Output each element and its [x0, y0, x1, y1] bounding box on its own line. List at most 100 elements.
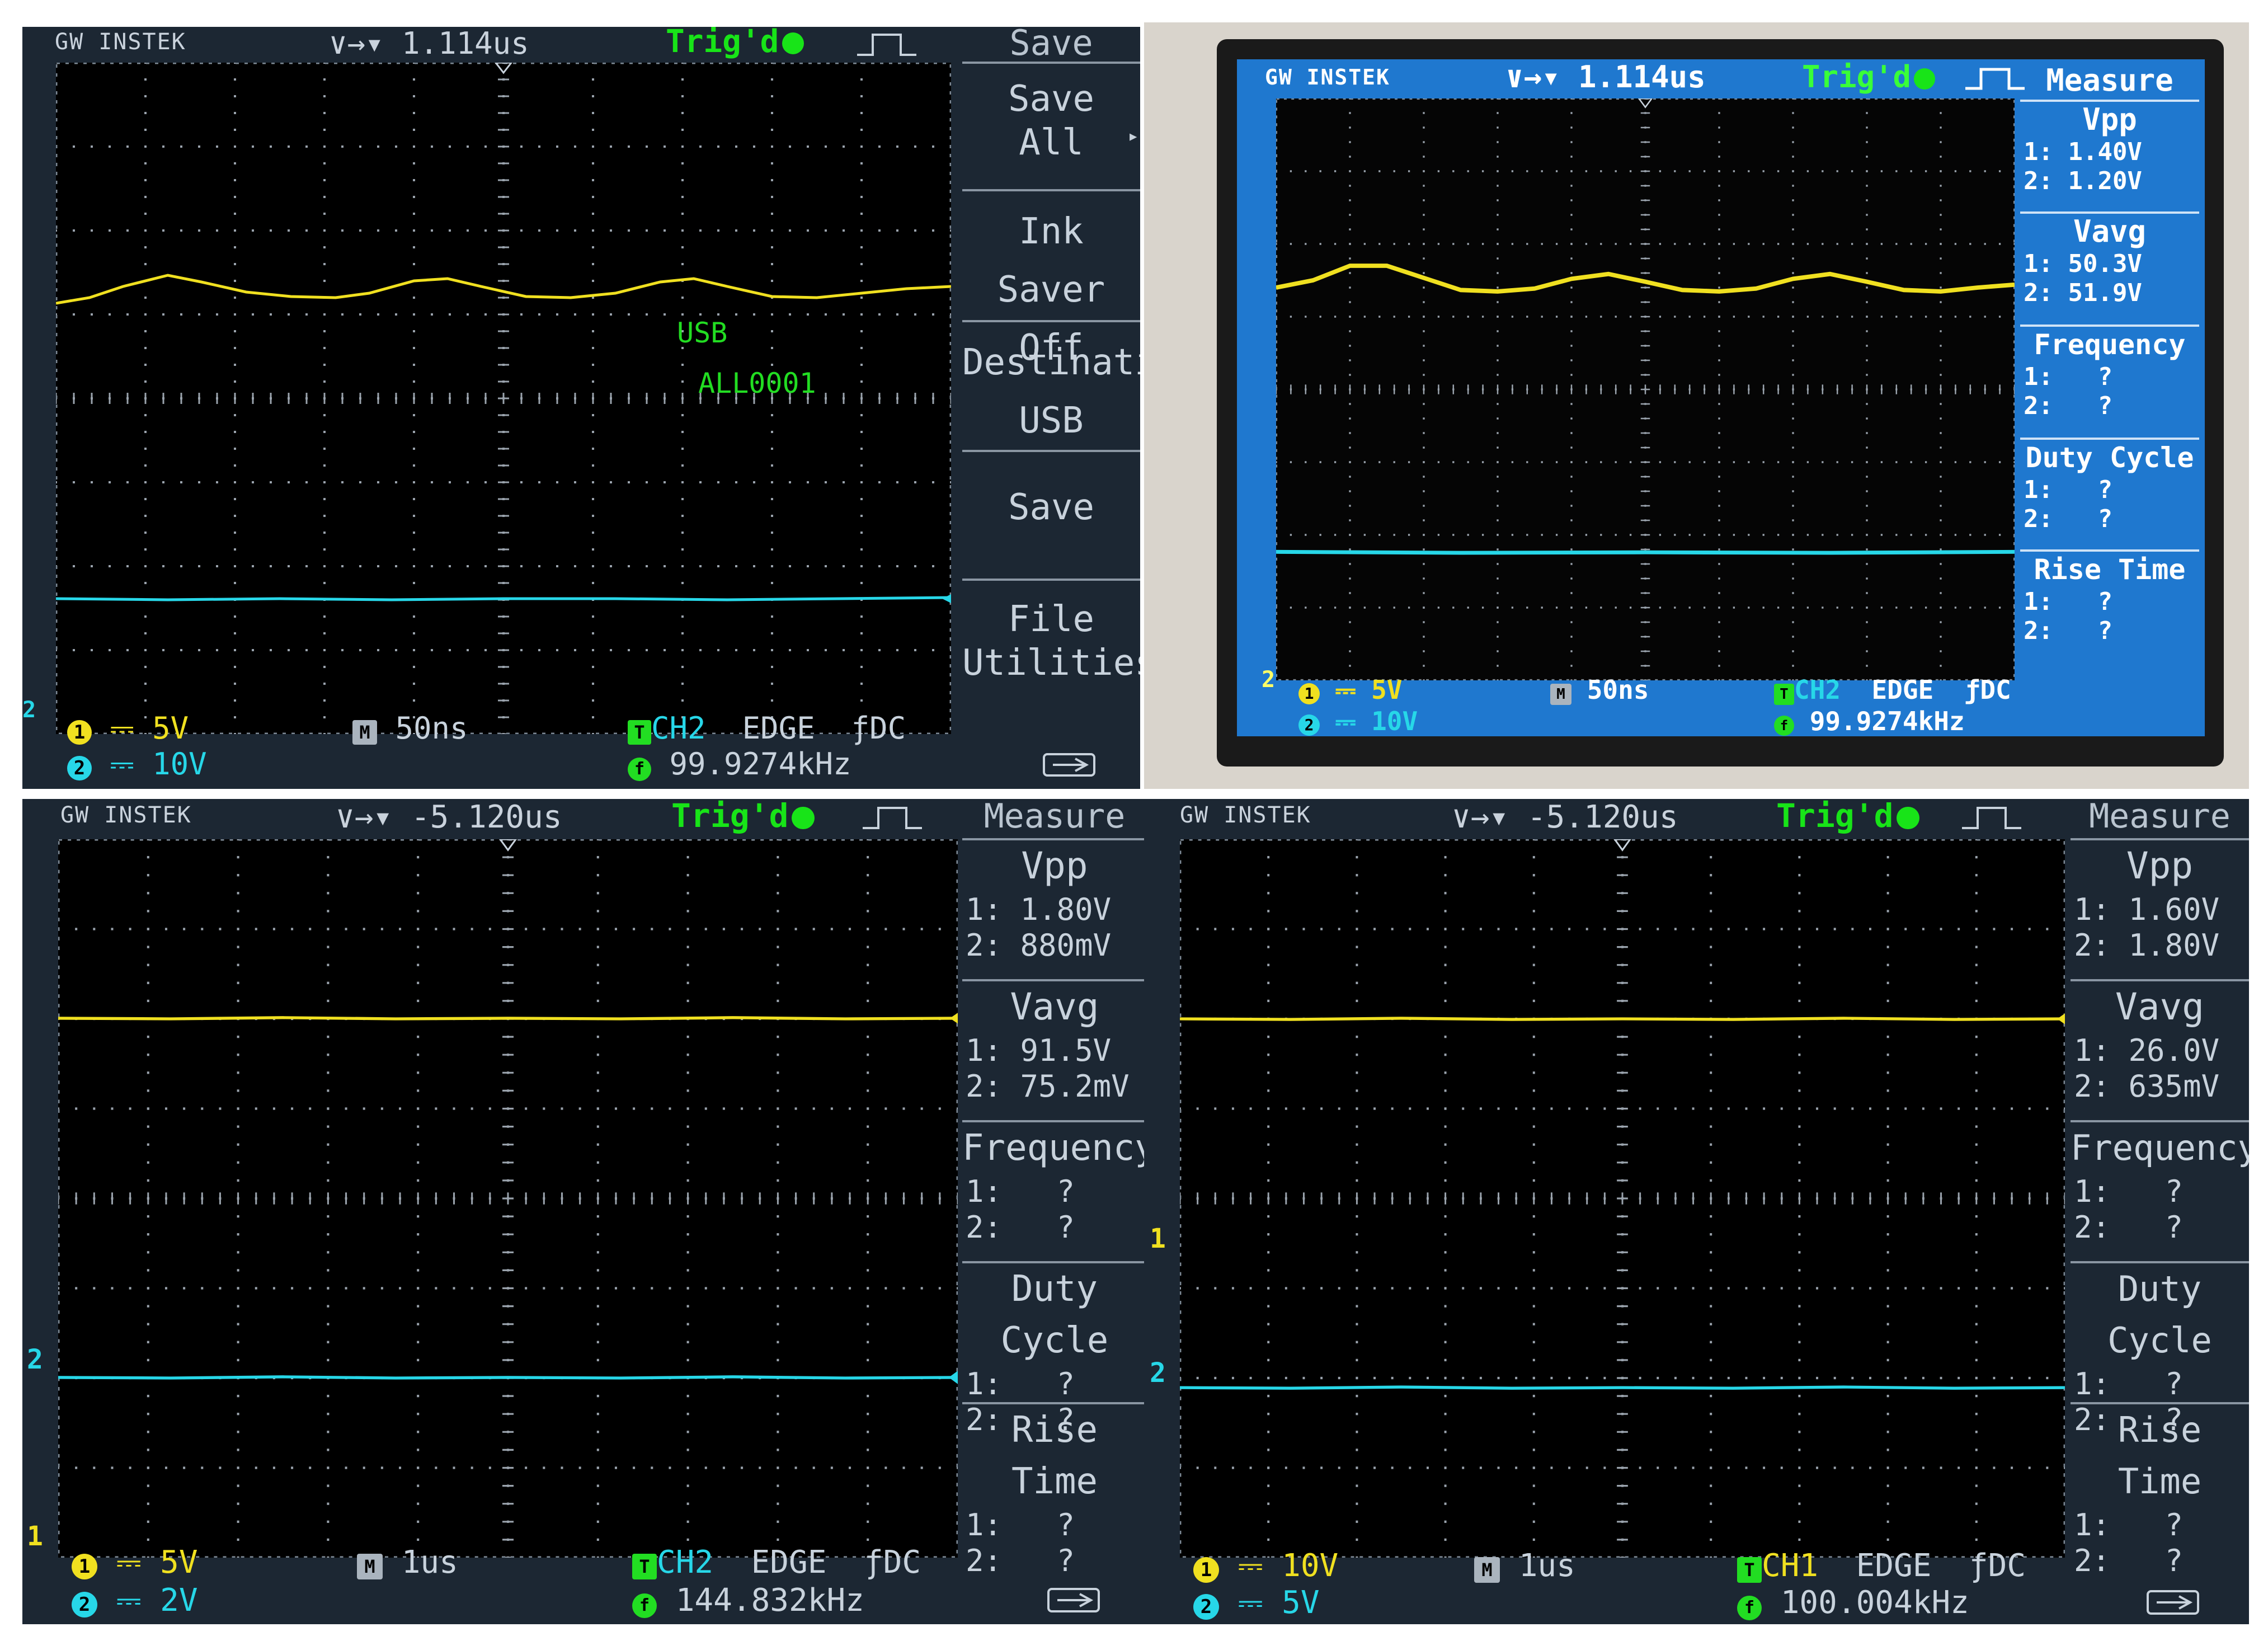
- frequency-counter: f 100.004kHz: [1737, 1584, 1969, 1621]
- measurement-rise-time[interactable]: Rise Time 1: ? 2: ?: [2020, 549, 2199, 658]
- trigger-dot-icon: [782, 32, 804, 55]
- ch2-icon: 2: [67, 756, 92, 780]
- waveform-display[interactable]: [1276, 98, 2015, 680]
- measurement-vavg[interactable]: Vavg 1: 91.5V 2: 75.2mV: [962, 979, 1147, 1116]
- measurement-vpp[interactable]: Vpp 1: 1.80V 2: 880mV: [962, 838, 1147, 975]
- measurement-name: Vavg: [2073, 214, 2147, 249]
- frequency-icon: f: [628, 758, 651, 781]
- measurement-ch1-value: 1: 1.80V: [966, 892, 1112, 927]
- timebase: M 1us: [357, 1544, 458, 1581]
- measurement-duty-cycle[interactable]: Duty Cycle 1: ? 2: ?: [2020, 438, 2199, 546]
- ch2-trace: [1276, 549, 2015, 555]
- measurement-ch1-value: 1: ?: [2074, 1366, 2184, 1402]
- waveform-display[interactable]: [1180, 839, 2065, 1558]
- measurement-ch2-value: 2: 1.80V: [2074, 928, 2220, 963]
- overlay-usb: USB: [677, 317, 727, 349]
- destination-button[interactable]: Destination USB: [962, 320, 1140, 445]
- measure-menu: Measure Vpp 1: 1.60V 2: 1.80V Vavg 1: 26…: [2071, 799, 2249, 1578]
- submenu-arrow-icon: ▸: [1127, 125, 1139, 147]
- ink-saver-button[interactable]: Ink Saver Off: [962, 189, 1140, 369]
- measurement-name: Duty Cycle: [2025, 441, 2194, 474]
- waveform-display[interactable]: USB ALL0001: [56, 63, 951, 734]
- measurement-ch2-value: 2: 880mV: [966, 928, 1112, 963]
- frequency-icon: f: [1774, 716, 1794, 736]
- ch2-ground-marker: 2: [1262, 667, 1276, 693]
- destination-value: USB: [1019, 400, 1084, 441]
- ch1-icon: 1: [72, 1554, 97, 1579]
- ch2-scale: 2 ⎓ 10V: [1298, 706, 1418, 736]
- brand-logo: GW INSTEK: [55, 29, 186, 55]
- measurement-name: Vavg: [2115, 985, 2204, 1028]
- measurement-vavg[interactable]: Vavg 1: 26.0V 2: 635mV: [2071, 979, 2249, 1116]
- measurement-name: Vpp: [2126, 844, 2194, 887]
- measure-menu: Measure Vpp 1: 1.40V 2: 1.20V Vavg 1: 50…: [2020, 59, 2199, 736]
- usb-icon: [1043, 753, 1095, 777]
- save-button[interactable]: Save: [962, 450, 1140, 598]
- measurement-vpp[interactable]: Vpp 1: 1.40V 2: 1.20V: [2020, 100, 2199, 208]
- measurement-rise-time[interactable]: Rise Time 1: ? 2: ?: [2071, 1402, 2249, 1578]
- frequency-counter: f 99.9274kHz: [1774, 706, 1965, 736]
- trigger-icon: T: [632, 1554, 657, 1579]
- measurement-ch2-value: 2: ?: [966, 1543, 1075, 1578]
- measurement-ch2-value: 2: 635mV: [2074, 1069, 2220, 1104]
- ch1-icon: 1: [1298, 683, 1320, 704]
- ch1-trace: [1180, 1017, 2065, 1021]
- ch2-icon: 2: [1298, 714, 1320, 736]
- ch1-scale: 1 ⎓ 5V: [72, 1544, 198, 1581]
- ch2-ground-marker: 2: [27, 1344, 43, 1375]
- measurement-rise-time[interactable]: Rise Time 1: ? 2: ?: [962, 1402, 1147, 1578]
- measurement-ch1-value: 1: 91.5V: [966, 1033, 1112, 1068]
- measurement-ch2-value: 2: ?: [2074, 1543, 2184, 1578]
- timebase: M 50ns: [352, 711, 468, 746]
- scope-bezel: GW INSTEK ∨→▾ 1.114us Trig'd 2 Measure V…: [1217, 39, 2224, 767]
- trigger-edge-icon: [863, 807, 922, 829]
- measurement-ch1-value: 1: 1.40V: [2024, 138, 2142, 166]
- ch1-icon: 1: [67, 720, 92, 745]
- trigger-status: Trig'd: [671, 799, 815, 835]
- waveforms: [1276, 264, 2015, 555]
- ch1-icon: 1: [1193, 1557, 1219, 1583]
- measurement-ch1-value: 1: ?: [966, 1507, 1075, 1543]
- trigger-settings: T CH2 EDGE ƒDC: [632, 1544, 921, 1581]
- file-utilities-button[interactable]: File Utilities: [962, 579, 1140, 721]
- ch1-trace: [1276, 264, 2015, 294]
- horizontal-position: ∨→▾ -5.120us: [1452, 799, 1678, 835]
- menu-title: Measure: [2046, 63, 2173, 98]
- trigger-settings: T CH1 EDGE ƒDC: [1737, 1548, 2026, 1584]
- menu-title: Measure: [984, 799, 1126, 836]
- ch2-trigger-marker: [948, 1371, 958, 1384]
- ch2-icon: 2: [1193, 1594, 1219, 1620]
- measurement-frequency[interactable]: Frequency 1: ? 2: ?: [962, 1120, 1147, 1257]
- measurement-vpp[interactable]: Vpp 1: 1.60V 2: 1.80V: [2071, 838, 2249, 975]
- measurement-duty-cycle[interactable]: Duty Cycle 1: ? 2: ?: [2071, 1261, 2249, 1437]
- file-utilities-label-1: File: [1008, 599, 1095, 640]
- measurement-name: Rise Time: [2034, 553, 2186, 586]
- measurement-duty-cycle[interactable]: Duty Cycle 1: ? 2: ?: [962, 1261, 1147, 1437]
- save-all-button[interactable]: Save All ▸: [962, 62, 1140, 189]
- timebase-icon: M: [352, 720, 377, 745]
- trigger-status: Trig'd: [666, 27, 804, 60]
- measurement-name: Duty Cycle: [1000, 1268, 1109, 1361]
- brand-logo: GW INSTEK: [1180, 802, 1311, 828]
- measurement-name: Duty Cycle: [2107, 1268, 2212, 1361]
- timebase: M 1us: [1474, 1548, 1575, 1584]
- trigger-edge-icon: [1962, 807, 2021, 829]
- destination-label: Destination: [962, 342, 1140, 383]
- frequency-counter: f 144.832kHz: [632, 1582, 864, 1619]
- measurement-frequency[interactable]: Frequency 1: ? 2: ?: [2020, 325, 2199, 433]
- measurement-ch1-value: 1: ?: [966, 1174, 1075, 1209]
- trigger-icon: T: [1737, 1557, 1762, 1583]
- trigger-level-marker: [942, 594, 951, 603]
- measurement-name: Frequency: [2071, 1127, 2249, 1168]
- brand-logo: GW INSTEK: [1265, 65, 1390, 90]
- ch2-trace: [56, 596, 951, 601]
- measurement-vavg[interactable]: Vavg 1: 50.3V 2: 51.9V: [2020, 211, 2199, 320]
- frequency-icon: f: [1737, 1596, 1762, 1620]
- timebase: M 50ns: [1550, 675, 1649, 705]
- trigger-status: Trig'd: [1776, 799, 1919, 835]
- trigger-settings: T CH2 EDGE ƒDC: [1774, 675, 2011, 705]
- waveform-display[interactable]: [58, 839, 958, 1558]
- ch2-scale: 2 ⎓ 10V: [67, 746, 207, 782]
- measurement-frequency[interactable]: Frequency 1: ? 2: ?: [2071, 1120, 2249, 1257]
- scope-screen: GW INSTEK ∨→▾ 1.114us Trig'd 2 Measure V…: [1237, 59, 2205, 736]
